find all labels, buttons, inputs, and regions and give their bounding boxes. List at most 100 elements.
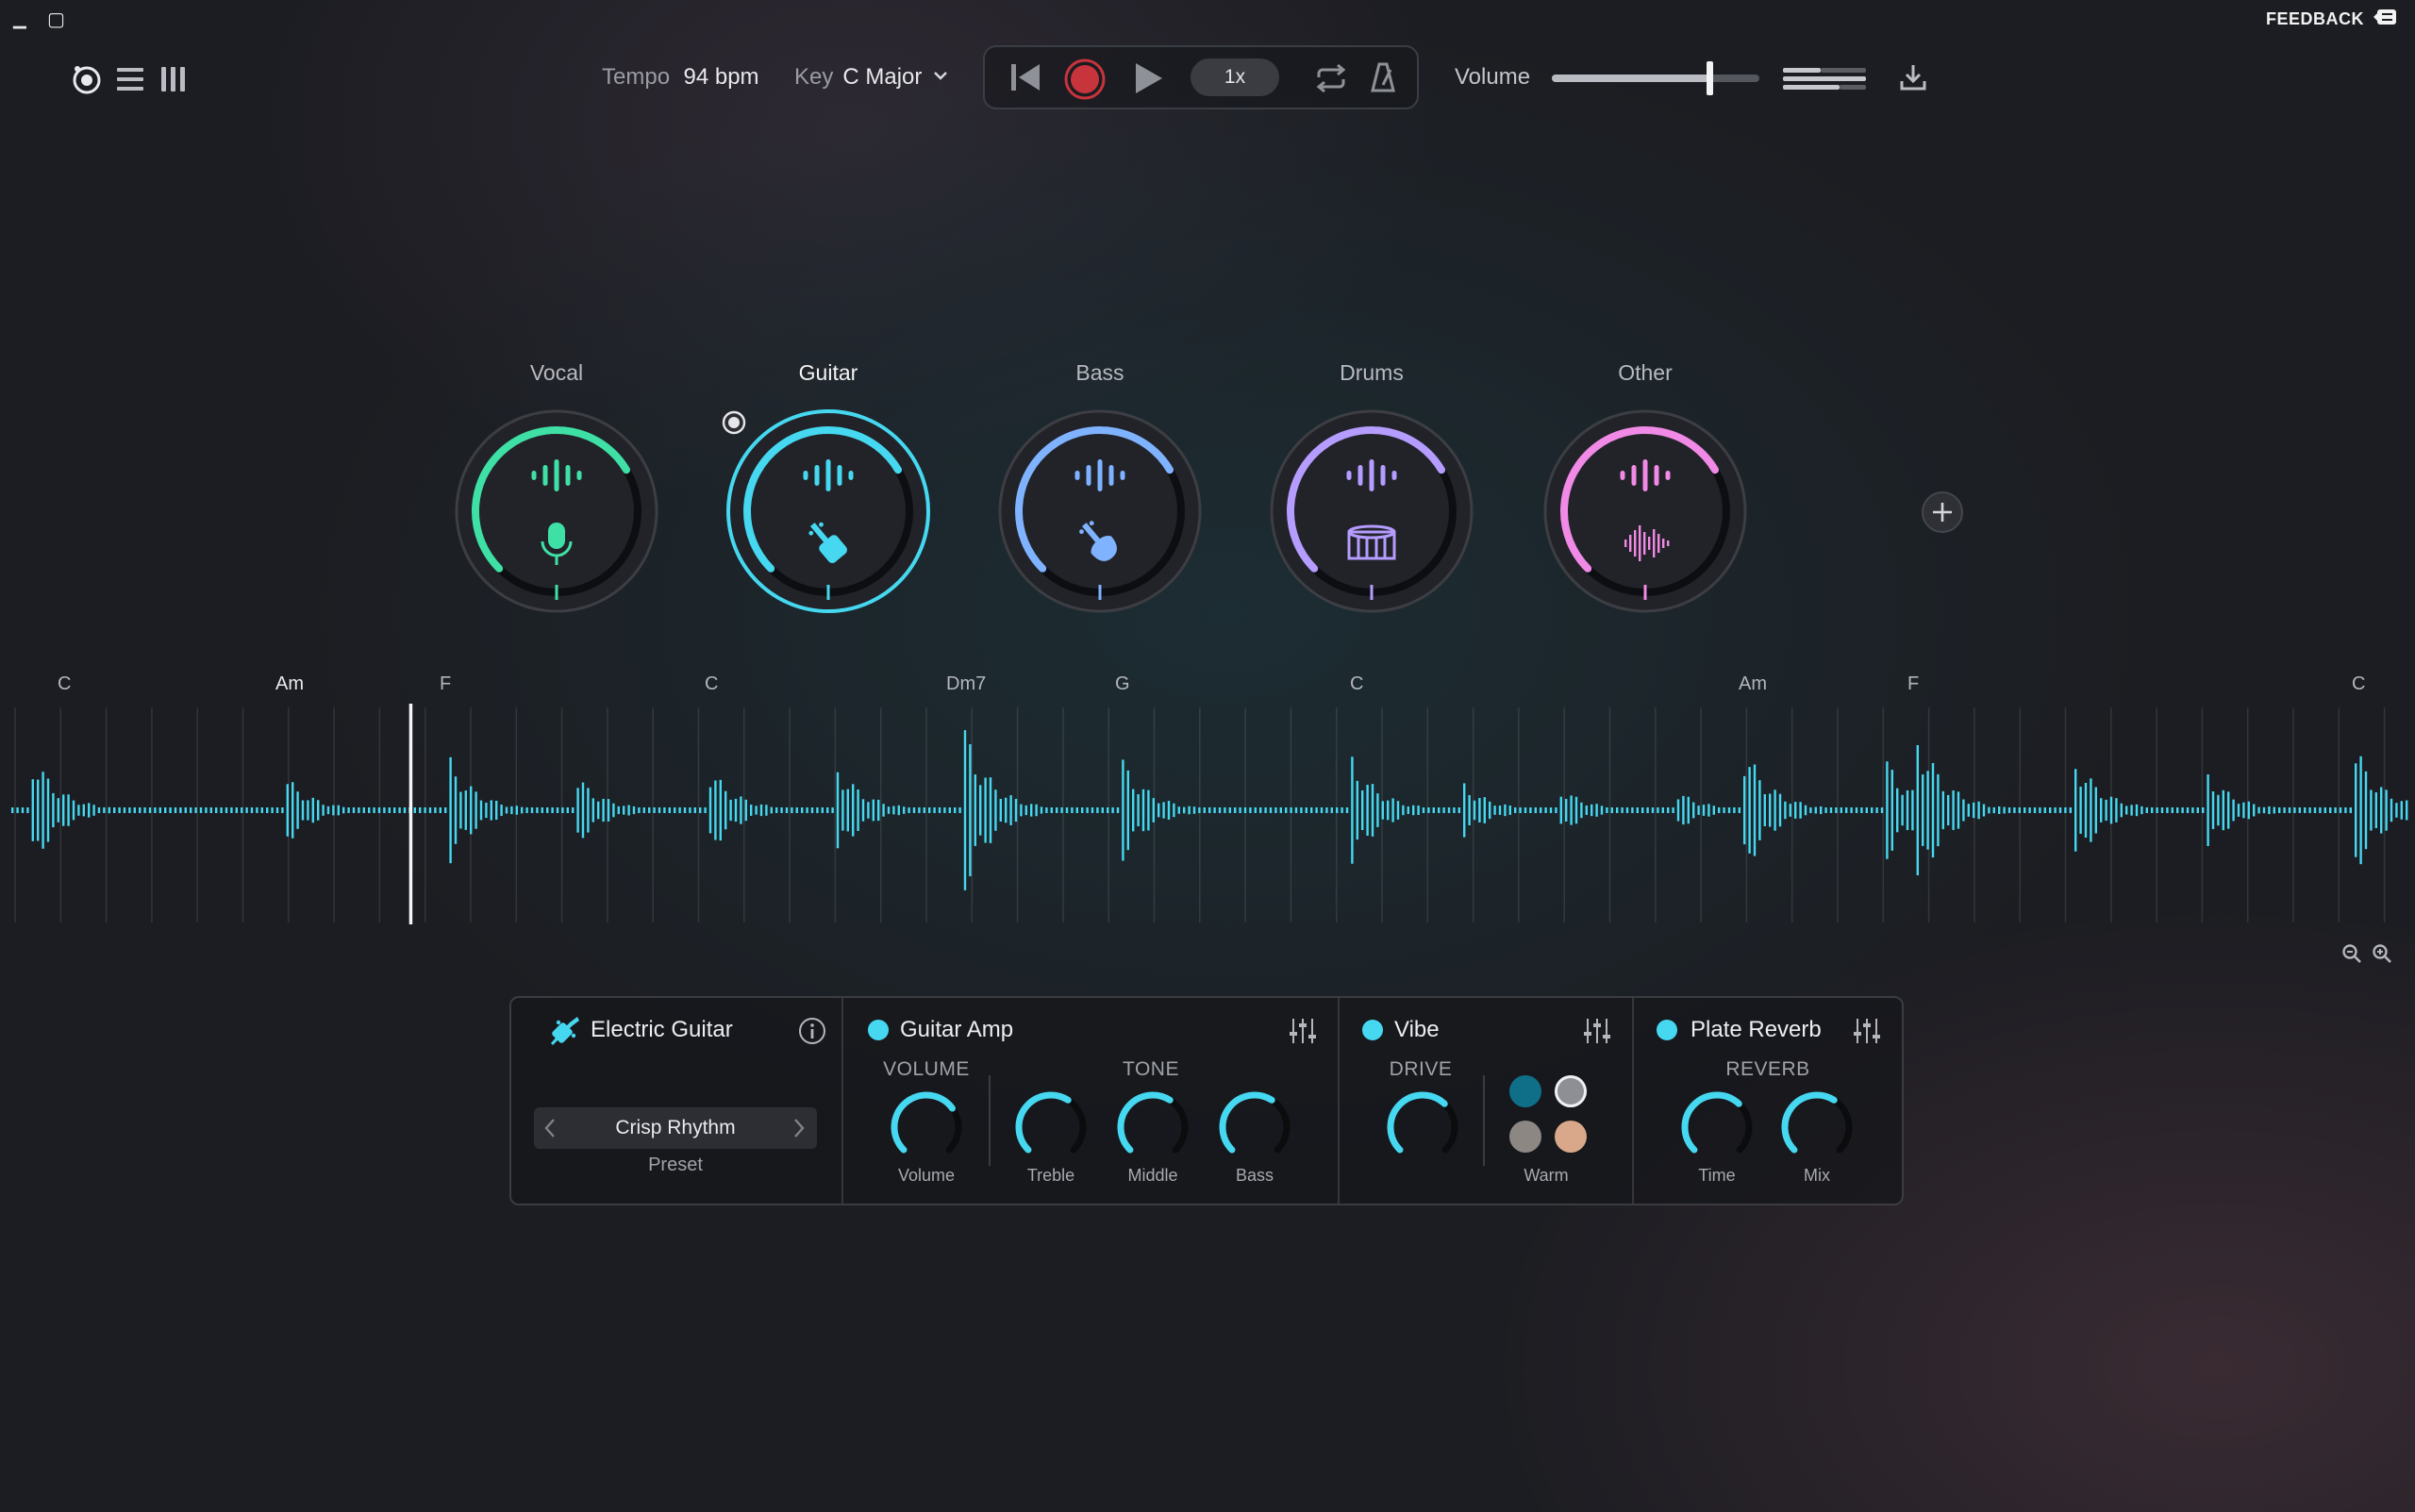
waveform-bar (775, 807, 778, 813)
record-button[interactable] (1064, 58, 1106, 105)
reverb-settings-icon[interactable] (1853, 1017, 1881, 1050)
waveform-bar (1957, 791, 1960, 829)
waveform-timeline[interactable] (0, 702, 2415, 928)
waveform-bar (1453, 807, 1456, 813)
chord-label[interactable]: C (1350, 673, 1363, 695)
waveform-bar (148, 807, 152, 813)
reverb-time-knob[interactable] (1676, 1087, 1757, 1168)
amp-middle-knob[interactable] (1112, 1087, 1193, 1168)
amp-treble-knob-label: Treble (1026, 1166, 1075, 1185)
amp-volume-knob[interactable] (886, 1087, 967, 1168)
waveform-bar (403, 807, 407, 813)
feedback-button[interactable]: FEEDBACK (2266, 8, 2398, 31)
add-stem-button[interactable] (1921, 490, 1964, 539)
info-icon[interactable] (798, 1017, 826, 1050)
amp-title: Guitar Amp (900, 1017, 1014, 1042)
chord-label[interactable]: Am (1739, 673, 1767, 695)
waveform-bar (2186, 807, 2190, 813)
chord-label[interactable]: C (705, 673, 718, 695)
waveform-bar (307, 800, 309, 821)
key-dropdown[interactable]: Key C Major (794, 64, 948, 91)
volume-slider[interactable] (1552, 61, 1759, 95)
stem-knob-bass[interactable] (996, 407, 1204, 615)
vibe-color-swatch[interactable] (1509, 1121, 1541, 1153)
play-button[interactable] (1130, 60, 1166, 101)
waveform-bar (1009, 795, 1012, 825)
waveform-bar (2227, 791, 2230, 829)
waveform-bar (479, 800, 483, 821)
vibe-settings-icon[interactable] (1583, 1017, 1611, 1050)
volume-slider-thumb[interactable] (1707, 61, 1714, 95)
vibe-color-swatch[interactable] (1555, 1121, 1587, 1153)
chord-label[interactable]: Dm7 (946, 673, 986, 695)
chord-label[interactable]: C (58, 673, 71, 695)
chord-label[interactable]: F (440, 673, 451, 695)
waveform-bar (1371, 784, 1374, 837)
reverb-mix-knob[interactable] (1776, 1087, 1857, 1168)
chord-label[interactable]: Am (275, 673, 304, 695)
waveform-bar (1809, 806, 1812, 814)
waveform-bar (1173, 803, 1175, 818)
mixer-lines-icon[interactable] (1781, 66, 1868, 95)
loop-icon[interactable] (1313, 62, 1349, 99)
waveform-bar (556, 807, 559, 813)
list-view-icon[interactable] (111, 60, 149, 98)
amp-enable-toggle[interactable] (868, 1020, 889, 1040)
stem-knob-guitar[interactable] (724, 407, 932, 615)
waveform-bar (388, 807, 391, 813)
waveform-bar (1600, 806, 1604, 815)
vibe-enable-toggle[interactable] (1362, 1020, 1383, 1040)
vibe-color-swatch[interactable] (1509, 1075, 1541, 1107)
waveform-bar (1294, 807, 1298, 813)
zoom-in-icon[interactable] (2372, 943, 2392, 969)
maximize-button[interactable]: ▢ (47, 8, 65, 31)
zoom-out-icon[interactable] (2341, 943, 2362, 969)
amp-treble-knob[interactable] (1010, 1087, 1091, 1168)
waveform-bar (1285, 807, 1288, 813)
export-icon[interactable] (1898, 62, 1928, 97)
playback-speed-button[interactable]: 1x (1191, 58, 1279, 96)
chord-label[interactable]: G (1115, 673, 1130, 695)
waveform-bar (21, 807, 25, 813)
waveform-bar (77, 805, 80, 816)
waveform-bar (1341, 807, 1343, 813)
waveform-bar (969, 743, 972, 877)
stem-knob-vocal[interactable] (453, 407, 660, 615)
waveform-bar (1152, 798, 1155, 822)
skip-to-start-icon[interactable] (1008, 60, 1043, 99)
waveform-bar (1300, 807, 1303, 813)
vibe-drive-knob[interactable] (1382, 1087, 1463, 1168)
waveform-bar (1641, 807, 1644, 813)
waveform-bar (1056, 807, 1058, 813)
minimize-button[interactable]: ▁ (13, 9, 26, 29)
waveform-bar (561, 807, 564, 813)
waveform-bar (2374, 792, 2377, 828)
chord-label[interactable]: F (1907, 673, 1919, 695)
logo-icon[interactable] (68, 60, 106, 98)
waveform-bar (2385, 789, 2388, 831)
waveform-bar (2074, 769, 2077, 852)
waveform-bar (1769, 793, 1772, 827)
amp-settings-icon[interactable] (1289, 1017, 1317, 1050)
waveform-bar (199, 807, 203, 813)
waveform-bar (1330, 807, 1333, 813)
metronome-icon[interactable] (1370, 60, 1396, 99)
waveform-bar (2007, 807, 2011, 813)
stem-knob-drums[interactable] (1268, 407, 1475, 615)
waveform-bar (836, 772, 840, 849)
vibe-color-swatch[interactable] (1555, 1075, 1587, 1107)
tempo-control[interactable]: Tempo 94 bpm (602, 64, 759, 91)
waveform-bar (943, 807, 946, 813)
chord-label[interactable]: C (2352, 673, 2365, 695)
waveform-bar (2100, 798, 2103, 822)
amp-bass-knob[interactable] (1214, 1087, 1295, 1168)
chevron-right-icon[interactable] (791, 1117, 808, 1144)
waveform-bar (1208, 807, 1211, 813)
reverb-enable-toggle[interactable] (1657, 1020, 1677, 1040)
waveform-bar (892, 806, 895, 815)
stem-knob-other[interactable] (1541, 407, 1749, 615)
stem-solo-radio[interactable] (721, 409, 747, 440)
waveform-bar (1977, 801, 1980, 820)
columns-view-icon[interactable] (155, 60, 192, 98)
waveform-bar (205, 807, 208, 813)
